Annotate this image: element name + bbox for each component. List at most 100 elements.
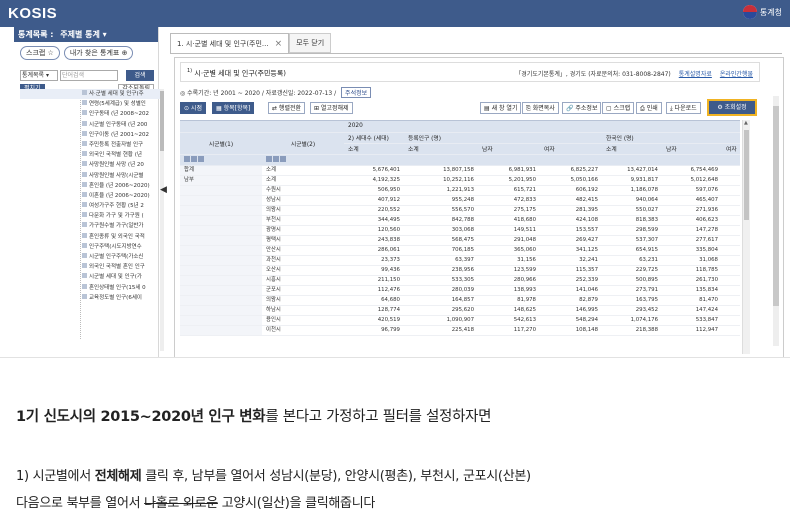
table-cell: 8 — [722, 295, 740, 306]
row-label-city: 하남시 — [262, 305, 344, 316]
table-row[interactable]: 안산시 286,061 706,185 365,060 341,125 654,915 33… — [180, 245, 740, 256]
table-cell: 81,470 — [662, 295, 722, 306]
tree-item[interactable]: 주민등록 전출자별 인구 — [20, 140, 160, 150]
kosis-logo[interactable]: KOSIS — [8, 5, 57, 22]
tree-item[interactable]: 이혼율 (년 2006~2020) — [20, 191, 160, 201]
sub-header: 남자 — [662, 143, 722, 155]
item-button[interactable]: ▦ 항목[항목] — [212, 102, 255, 114]
tree-item[interactable]: 혼인종류 및 외국인 국적 — [20, 232, 160, 242]
screen-copy-button[interactable]: ⎘ 화면복사 — [522, 102, 559, 114]
table-icon — [82, 110, 87, 116]
tree-item[interactable]: 외국인 국적별 현황 (년 — [20, 150, 160, 160]
sort-up-icon[interactable] — [273, 156, 279, 162]
table-row[interactable]: 광명시 120,560 303,068 149,511 153,557 298,599 14… — [180, 225, 740, 236]
address-info-button[interactable]: 🔗 주소정보 — [562, 102, 602, 114]
tree-item[interactable]: 다문화 가구 및 가구원 ( — [20, 211, 160, 221]
table-row[interactable]: 용인시 420,519 1,090,907 542,613 548,294 1,074,1… — [180, 315, 740, 326]
transpose-button[interactable]: ⇄ 행렬전환 — [268, 102, 306, 114]
tree-item[interactable]: 시군별 인구동태 (년 200 — [20, 120, 160, 130]
table-cell: 293,452 — [602, 305, 662, 316]
table-row[interactable]: 남부 소계 4,192,325 10,252,116 5,201,950 5,050,16… — [180, 175, 740, 186]
table-cell: 3 — [722, 255, 740, 266]
table-row[interactable]: 군포시 112,476 280,039 138,993 141,046 273,791 13… — [180, 285, 740, 296]
scroll-thumb[interactable] — [773, 106, 779, 306]
tab-table-1[interactable]: 1. 시·군별 세대 및 인구(주민... × — [170, 33, 290, 54]
row-label-city: 의왕시 — [262, 295, 344, 306]
scroll-thumb[interactable] — [160, 91, 164, 151]
table-cell: 112,476 — [344, 285, 404, 296]
tree-item[interactable]: 시군별 인구주택(가소신 — [20, 252, 160, 262]
download-button[interactable]: ⤓ 다운로드 — [666, 102, 701, 114]
table-row[interactable]: 하남시 128,774 295,620 148,625 146,995 293,452 14… — [180, 305, 740, 316]
filter-cell[interactable] — [262, 154, 344, 166]
table-row[interactable]: 의왕시 64,680 164,857 81,978 82,879 163,795 81,47… — [180, 295, 740, 306]
tree-item[interactable]: 사망원인별 사망(시군별 — [20, 171, 160, 181]
tree-item[interactable]: 교육정도별 인구(6세이 — [20, 293, 160, 303]
tree-item[interactable]: 사·군별 세대 및 인구(주 — [20, 89, 160, 100]
table-row[interactable]: 부천시 344,495 842,788 418,680 424,108 818,383 40… — [180, 215, 740, 226]
table-scrollbar[interactable]: ▲ — [742, 120, 750, 354]
scrap-table-button[interactable]: ▢ 스크랩 — [602, 102, 635, 114]
table-row[interactable]: 합계 소계 5,676,401 13,807,158 6,981,931 6,825,22… — [180, 165, 740, 176]
unfreeze-columns-button[interactable]: ⊞ 열고정해제 — [310, 102, 353, 114]
close-icon[interactable]: × — [275, 34, 283, 54]
table-row[interactable]: 과천시23,37363,39731,15632,24163,23131,0683 — [180, 255, 740, 266]
filter-cell[interactable] — [180, 154, 262, 166]
panel-collapse-icon[interactable]: ◀ — [160, 185, 167, 195]
table-cell: 135,834 — [662, 285, 722, 296]
tree-item[interactable]: 가구원수별 가구(일반가 — [20, 221, 160, 231]
tree-item[interactable]: 인구동태 (년 2008~202 — [20, 109, 160, 119]
print-button[interactable]: ⎙ 인쇄 — [636, 102, 662, 114]
table-row[interactable]: 평택시 243,838 568,475 291,048 269,427 537,307 27… — [180, 235, 740, 246]
tree-item[interactable]: 인구이동 (년 2001~202 — [20, 130, 160, 140]
footnote-button[interactable]: 주석정보 — [341, 87, 372, 98]
table-row[interactable]: 시흥시 211,150 533,305 280,966 252,339 500,895 26… — [180, 275, 740, 286]
table-cell: 63,397 — [404, 255, 478, 266]
filter-icon[interactable] — [266, 156, 272, 162]
search-scope-select[interactable]: 통계목록 ▾ — [20, 70, 58, 81]
tree-item-label: 외국인 국적별 혼인 인구 — [89, 264, 145, 271]
stat-list-select[interactable]: 주제별 통계 ▾ — [60, 30, 106, 39]
row-label-city: 의왕시 — [262, 205, 344, 216]
scrap-button[interactable]: 스크랩 ☆ — [20, 46, 60, 60]
filter-icon[interactable] — [184, 156, 190, 162]
table-row[interactable]: 의왕시 220,552 556,570 275,175 281,395 550,027 27… — [180, 205, 740, 216]
stat-description-link[interactable]: 통계설명자료 — [679, 69, 712, 78]
table-cell: 238,956 — [404, 265, 478, 276]
tree-item[interactable]: 혼인율 (년 2006~2020) — [20, 181, 160, 191]
tree-scrollbar[interactable] — [160, 89, 164, 351]
search-button[interactable]: 검색 — [126, 70, 154, 81]
tree-item[interactable]: 여성가구주 현황 (5년 2 — [20, 201, 160, 211]
tree-item[interactable]: 혼인상태별 인구(15세 0 — [20, 283, 160, 293]
tree-item[interactable]: 인구주택(시도지방연수 — [20, 242, 160, 252]
new-window-button[interactable]: ▤ 새 창 열기 — [480, 102, 522, 114]
my-tables-button[interactable]: 내가 찾은 통계표 ⊕ — [63, 46, 134, 60]
query-settings-button[interactable]: ⚙ 조회설정 — [707, 99, 757, 116]
table-row[interactable]: 이천시 96,799 225,418 117,270 108,148 218,388 112… — [180, 325, 740, 336]
table-cell: 115,357 — [540, 265, 602, 276]
table-cell: 47 — [722, 195, 740, 206]
tree-item[interactable]: 외국인 국적별 혼인 인구 — [20, 262, 160, 272]
row-label-region — [180, 295, 262, 306]
search-input[interactable]: 단어검색 — [60, 70, 118, 81]
tree-item[interactable]: 연령(5세계급) 및 성별인 — [20, 99, 160, 109]
table-row[interactable]: 수원시 506,950 1,221,913 615,721 606,192 1,186,0… — [180, 185, 740, 196]
scroll-up-icon[interactable]: ▲ — [744, 120, 748, 126]
time-button[interactable]: ⊙ 시점 — [180, 102, 206, 114]
sort-down-icon[interactable] — [280, 156, 286, 162]
row-header-2[interactable]: 시군별(2) — [262, 132, 344, 155]
table-row[interactable]: 오산시 99,436 238,956 123,599 115,357 229,725 118… — [180, 265, 740, 276]
tree-item[interactable]: 사망원인별 사망 (년 20 — [20, 160, 160, 170]
sort-down-icon[interactable] — [198, 156, 204, 162]
emblem: 통계청 — [742, 5, 782, 19]
table-cell: 117,270 — [478, 325, 540, 336]
table-row[interactable]: 성남시 407,912 955,248 472,833 482,415 940,064 46… — [180, 195, 740, 206]
table-cell: 10,252,116 — [404, 175, 478, 186]
row-header-1[interactable]: 시군별(1) — [180, 132, 262, 155]
panel-scrollbar[interactable] — [773, 96, 779, 346]
scroll-thumb[interactable] — [744, 130, 749, 220]
close-all-tabs-button[interactable]: 모두 닫기 — [289, 33, 332, 53]
tree-item[interactable]: 시군별 세대 및 인구(가 — [20, 272, 160, 282]
online-publication-link[interactable]: 온라인간행물 — [720, 69, 753, 78]
sort-up-icon[interactable] — [191, 156, 197, 162]
